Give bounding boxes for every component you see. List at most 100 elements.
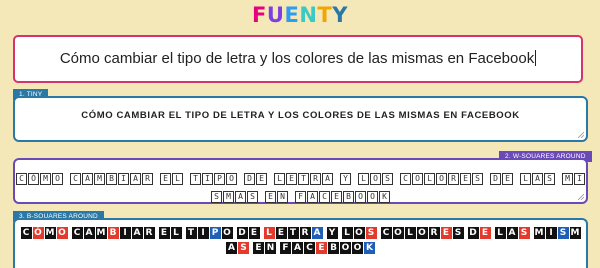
black-square-letter: K (364, 241, 375, 254)
fuenty-logo: FUENTY (0, 2, 600, 28)
black-square-letter: O (221, 226, 233, 239)
black-square-letter: S (557, 226, 569, 239)
black-square-letter: S (365, 226, 377, 239)
white-square-letter: R (448, 172, 459, 185)
white-square-letter: O (412, 172, 423, 185)
logo-letter: F (252, 3, 267, 27)
black-square-letter: T (185, 226, 197, 239)
white-square-letter: S (472, 172, 483, 185)
white-square-letter: C (400, 172, 411, 185)
black-square-letter: L (263, 226, 275, 239)
white-square-letter: B (343, 190, 354, 203)
white-square-letter: I (118, 172, 129, 185)
white-square-letter: N (277, 190, 288, 203)
white-square-letter: E (286, 172, 297, 185)
black-square-letter: O (352, 241, 363, 254)
white-square-letter: O (436, 172, 447, 185)
style-output-w-squares[interactable]: CÓMOCAMBIARELTIPODELETRAYLOSCOLORESDELAS… (13, 158, 588, 204)
white-square-letter: P (214, 172, 225, 185)
black-square-letter: B (107, 226, 119, 239)
white-square-letter: R (310, 172, 321, 185)
black-square-letter: S (238, 241, 249, 254)
black-square-letter: E (248, 226, 260, 239)
black-square-letter: E (440, 226, 452, 239)
black-square-letter: A (131, 226, 143, 239)
logo-letter: U (266, 3, 285, 27)
black-square-letter: F (280, 241, 291, 254)
black-square-letter: M (44, 226, 56, 239)
black-square-letter: M (533, 226, 545, 239)
black-square-letter: C (304, 241, 315, 254)
white-square-letter: M (562, 172, 573, 185)
resize-grip-icon[interactable] (578, 132, 584, 138)
black-square-letter: A (226, 241, 237, 254)
main-text-input[interactable]: Cómo cambiar el tipo de letra y los colo… (13, 35, 583, 83)
white-square-letter: I (202, 172, 213, 185)
white-square-letter: F (295, 190, 306, 203)
logo-letter: Y (332, 3, 348, 27)
b-squares-output: CÓMOCAMBIARELTIPODELETRAYLOSCOLORESDELAS… (15, 220, 586, 255)
white-square-letter: O (370, 172, 381, 185)
white-square-letter: S (544, 172, 555, 185)
black-square-letter: C (380, 226, 392, 239)
black-square-letter: R (299, 226, 311, 239)
white-square-letter: E (331, 190, 342, 203)
black-square-letter: R (428, 226, 440, 239)
black-square-letter: E (158, 226, 170, 239)
white-square-letter: S (382, 172, 393, 185)
black-square-letter: R (143, 226, 155, 239)
white-square-letter: A (532, 172, 543, 185)
white-square-letter: L (358, 172, 369, 185)
white-square-letter: C (70, 172, 81, 185)
black-square-letter: D (467, 226, 479, 239)
white-square-letter: K (379, 190, 390, 203)
white-square-letter: Y (340, 172, 351, 185)
white-square-letter: M (223, 190, 234, 203)
white-square-letter: E (160, 172, 171, 185)
black-square-letter: E (316, 241, 327, 254)
style-output-tiny[interactable]: CÓMO CAMBIAR EL TIPO DE LETRA Y LOS COLO… (13, 96, 588, 142)
white-square-letter: M (94, 172, 105, 185)
style-output-b-squares[interactable]: CÓMOCAMBIARELTIPODELETRAYLOSCOLORESDELAS… (13, 218, 588, 268)
black-square-letter: C (71, 226, 83, 239)
white-square-letter: L (424, 172, 435, 185)
black-square-letter: Ó (32, 226, 44, 239)
black-square-letter: I (545, 226, 557, 239)
main-input-value: Cómo cambiar el tipo de letra y los colo… (59, 50, 535, 67)
black-square-letter: A (311, 226, 323, 239)
black-square-letter: O (392, 226, 404, 239)
white-square-letter: T (190, 172, 201, 185)
white-square-letter: D (244, 172, 255, 185)
black-square-letter: B (328, 241, 339, 254)
black-square-letter: L (170, 226, 182, 239)
black-square-letter: S (452, 226, 464, 239)
logo-letter: T (317, 3, 333, 27)
black-square-letter: I (119, 226, 131, 239)
white-square-letter: E (460, 172, 471, 185)
white-square-letter: E (265, 190, 276, 203)
white-square-letter: L (520, 172, 531, 185)
black-square-letter: Y (326, 226, 338, 239)
white-square-letter: A (235, 190, 246, 203)
text-caret (535, 50, 537, 66)
black-square-letter: I (197, 226, 209, 239)
white-square-letter: A (130, 172, 141, 185)
black-square-letter: O (353, 226, 365, 239)
white-square-letter: C (319, 190, 330, 203)
white-square-letter: A (322, 172, 333, 185)
black-square-letter: L (341, 226, 353, 239)
white-square-letter: S (211, 190, 222, 203)
white-square-letter: S (247, 190, 258, 203)
white-square-letter: T (298, 172, 309, 185)
white-square-letter: C (16, 172, 27, 185)
black-square-letter: E (479, 226, 491, 239)
resize-grip-icon[interactable] (578, 194, 584, 200)
white-square-letter: E (256, 172, 267, 185)
black-square-letter: D (236, 226, 248, 239)
white-square-letter: L (172, 172, 183, 185)
white-square-letter: I (574, 172, 585, 185)
black-square-letter: M (95, 226, 107, 239)
black-square-letter: A (83, 226, 95, 239)
white-square-letter: O (367, 190, 378, 203)
black-square-letter: A (292, 241, 303, 254)
